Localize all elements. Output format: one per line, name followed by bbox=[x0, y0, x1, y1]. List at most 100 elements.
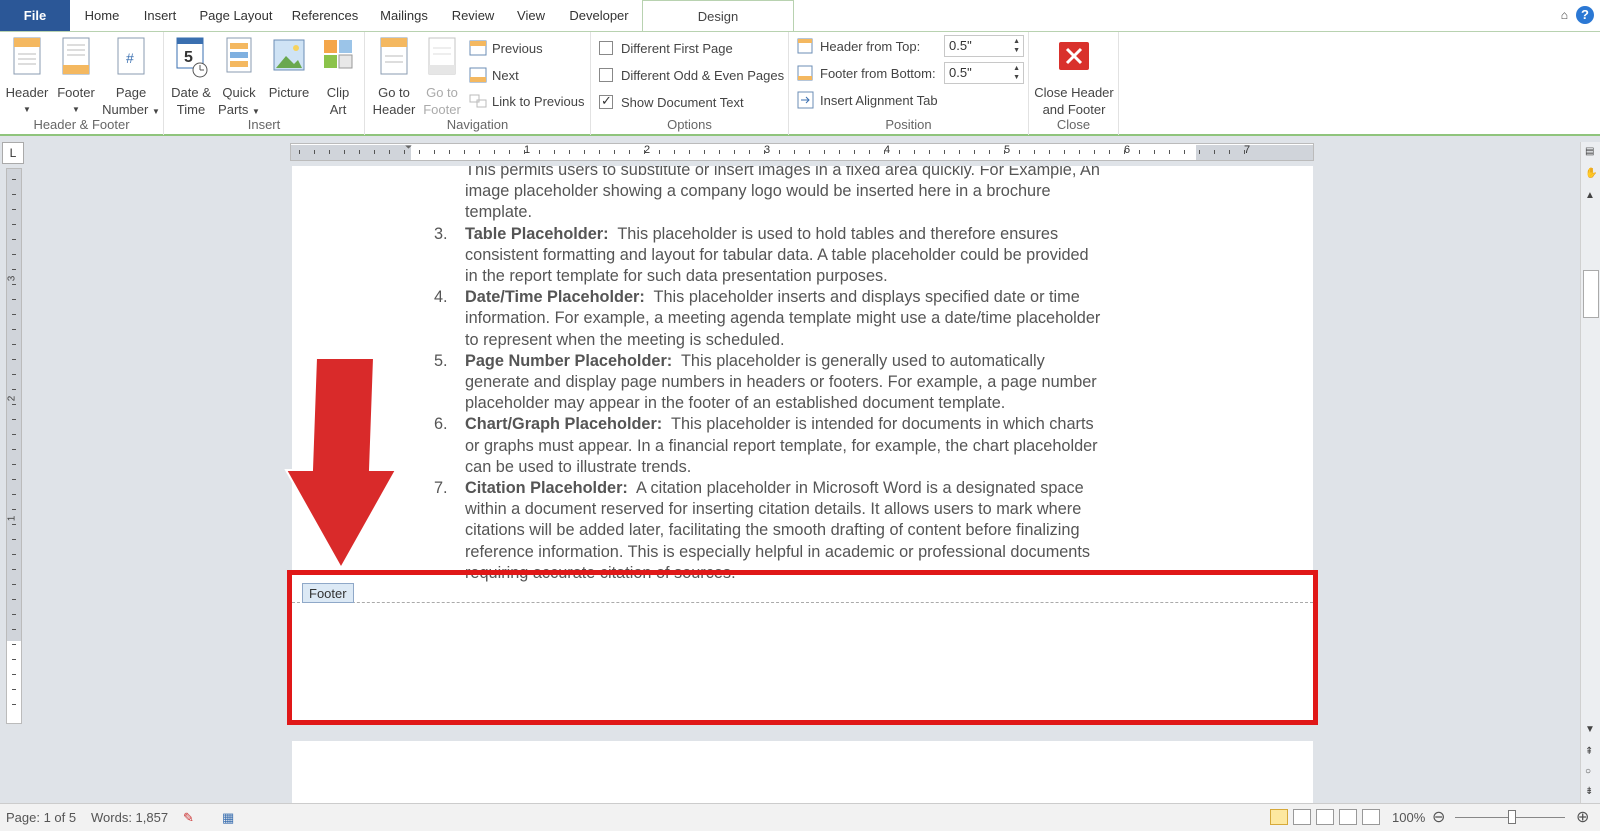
help-icon[interactable]: ? bbox=[1576, 6, 1594, 24]
tab-review[interactable]: Review bbox=[444, 0, 502, 31]
scroll-thumb[interactable] bbox=[1583, 270, 1599, 318]
vertical-ruler[interactable]: 3 2 1 bbox=[6, 168, 22, 724]
zoom-slider-thumb[interactable] bbox=[1508, 810, 1516, 824]
different-odd-even-option[interactable]: Different Odd & Even Pages bbox=[599, 65, 784, 85]
vruler-number: 2 bbox=[6, 395, 18, 402]
footer-button[interactable]: Footer ▼ bbox=[52, 36, 100, 118]
group-options: Different First Page Different Odd & Eve… bbox=[591, 32, 789, 135]
tab-view[interactable]: View bbox=[508, 0, 554, 31]
picture-button[interactable]: Picture bbox=[264, 36, 314, 101]
go-to-footer-label-1: Go to bbox=[426, 85, 458, 100]
previous-icon bbox=[469, 40, 487, 56]
list-item: 6. Chart/Graph Placeholder: This placeho… bbox=[422, 414, 1154, 478]
full-screen-reading-view-button[interactable] bbox=[1293, 809, 1311, 825]
zoom-level[interactable]: 100% bbox=[1392, 810, 1425, 825]
horizontal-ruler[interactable]: 1 2 3 4 5 6 7 ⏷ bbox=[290, 142, 1314, 161]
list-number: 5. bbox=[434, 351, 448, 370]
ruler-tick bbox=[959, 150, 960, 154]
spinner-arrows-icon[interactable]: ▲ ▼ bbox=[1013, 37, 1020, 55]
link-to-previous-button[interactable]: Link to Previous bbox=[469, 91, 585, 111]
svg-text:#: # bbox=[126, 50, 134, 66]
ruler-tick bbox=[1154, 150, 1155, 154]
ruler-tick bbox=[1184, 150, 1185, 154]
tab-page-layout[interactable]: Page Layout bbox=[192, 0, 280, 31]
page-number-button[interactable]: # Page Number ▼ bbox=[100, 36, 162, 120]
go-to-header-label-2: Header bbox=[372, 102, 416, 117]
macro-record-icon[interactable]: ▦ bbox=[222, 810, 234, 826]
ribbon-tab-bar: File Home Insert Page Layout References … bbox=[0, 0, 1600, 31]
print-layout-view-button[interactable] bbox=[1270, 809, 1288, 825]
tab-developer[interactable]: Developer bbox=[560, 0, 638, 31]
page-number-label-1: Page bbox=[115, 85, 147, 100]
ruler-tick bbox=[494, 150, 495, 154]
show-document-text-checkbox[interactable] bbox=[599, 93, 613, 109]
show-document-text-option[interactable]: Show Document Text bbox=[599, 92, 744, 112]
indent-marker-icon[interactable]: ⏷ bbox=[405, 142, 412, 153]
web-layout-view-button[interactable] bbox=[1316, 809, 1334, 825]
vruler-tick bbox=[12, 269, 16, 270]
word-count[interactable]: Words: 1,857 bbox=[91, 810, 168, 825]
outline-view-button[interactable] bbox=[1339, 809, 1357, 825]
different-first-page-option[interactable]: Different First Page bbox=[599, 38, 733, 58]
ruler-tick bbox=[689, 150, 690, 154]
ruler-tick bbox=[569, 150, 570, 154]
previous-button[interactable]: Previous bbox=[469, 38, 543, 58]
text-line: This placeholder is intended for documen… bbox=[671, 415, 1094, 434]
close-header-footer-label-1: Close Header bbox=[1034, 85, 1114, 100]
go-to-footer-button[interactable]: Go to Footer bbox=[419, 36, 465, 118]
ruler-tick bbox=[749, 150, 750, 154]
tab-references[interactable]: References bbox=[286, 0, 364, 31]
go-to-header-button[interactable]: Go to Header bbox=[371, 36, 417, 118]
list-item: 7. Citation Placeholder: A citation plac… bbox=[422, 478, 1154, 584]
view-ruler-icon[interactable]: ▤ bbox=[1585, 146, 1594, 157]
tab-file[interactable]: File bbox=[0, 0, 70, 31]
tab-selector[interactable]: L bbox=[2, 142, 24, 164]
date-time-button[interactable]: 5 Date & Time bbox=[168, 36, 214, 118]
ruler-tick bbox=[539, 150, 540, 154]
picture-label: Picture bbox=[268, 85, 310, 100]
clip-art-label-2: Art bbox=[329, 102, 347, 117]
zoom-out-icon[interactable]: ⊖ bbox=[1432, 807, 1445, 827]
previous-page-icon[interactable]: ⇞ bbox=[1585, 746, 1593, 757]
vertical-scrollbar[interactable]: ▤ ✋ ▲ ▼ ⇞ ○ ⇟ bbox=[1580, 142, 1600, 803]
header-button[interactable]: Header ▼ bbox=[4, 36, 50, 118]
insert-alignment-tab-button[interactable]: Insert Alignment Tab bbox=[797, 90, 938, 110]
tab-design[interactable]: Design bbox=[642, 0, 794, 31]
different-first-page-checkbox[interactable] bbox=[599, 41, 613, 55]
tab-mailings[interactable]: Mailings bbox=[370, 0, 438, 31]
scroll-down-icon[interactable]: ▼ bbox=[1585, 724, 1595, 735]
scroll-up-icon[interactable]: ▲ bbox=[1585, 190, 1595, 201]
vruler-tick bbox=[12, 554, 16, 555]
clip-art-button[interactable]: Clip Art bbox=[316, 36, 360, 118]
draft-view-button[interactable] bbox=[1362, 809, 1380, 825]
different-odd-even-checkbox[interactable] bbox=[599, 68, 613, 82]
vruler-tick bbox=[12, 359, 16, 360]
ruler-tick bbox=[1169, 150, 1170, 154]
document-page-2[interactable] bbox=[292, 741, 1313, 811]
text-line: This placeholder inserts and displays sp… bbox=[653, 288, 1080, 307]
tab-insert[interactable]: Insert bbox=[134, 0, 186, 31]
proofing-icon[interactable]: ✎ bbox=[183, 810, 194, 826]
spinner-arrows-icon[interactable]: ▲ ▼ bbox=[1013, 64, 1020, 82]
tab-home[interactable]: Home bbox=[76, 0, 128, 31]
next-page-icon[interactable]: ⇟ bbox=[1585, 786, 1593, 797]
vruler-tick bbox=[12, 254, 16, 255]
hand-icon[interactable]: ✋ bbox=[1585, 168, 1597, 179]
header-from-top-input[interactable]: 0.5" ▲ ▼ bbox=[944, 35, 1024, 57]
vruler-tick bbox=[12, 479, 16, 480]
next-button[interactable]: Next bbox=[469, 65, 519, 85]
minimize-ribbon-icon[interactable]: ⌂ bbox=[1561, 8, 1568, 22]
list-item: 4. Date/Time Placeholder: This placehold… bbox=[422, 287, 1154, 351]
footer-from-bottom-input[interactable]: 0.5" ▲ ▼ bbox=[944, 62, 1024, 84]
close-header-footer-button[interactable]: Close Header and Footer bbox=[1031, 36, 1117, 118]
document-body[interactable]: This permits users to substitute or inse… bbox=[422, 166, 1154, 584]
vruler-tick bbox=[12, 659, 16, 660]
date-time-label-2: Time bbox=[176, 102, 206, 117]
browse-object-icon[interactable]: ○ bbox=[1585, 766, 1591, 777]
zoom-in-icon[interactable]: ⊕ bbox=[1576, 807, 1589, 827]
ruler-tick bbox=[1034, 150, 1035, 154]
list-item: 3. Table Placeholder: This placeholder i… bbox=[422, 224, 1154, 288]
vruler-tick bbox=[12, 569, 16, 570]
page-count[interactable]: Page: 1 of 5 bbox=[6, 810, 76, 825]
quick-parts-button[interactable]: Quick Parts ▼ bbox=[216, 36, 262, 120]
